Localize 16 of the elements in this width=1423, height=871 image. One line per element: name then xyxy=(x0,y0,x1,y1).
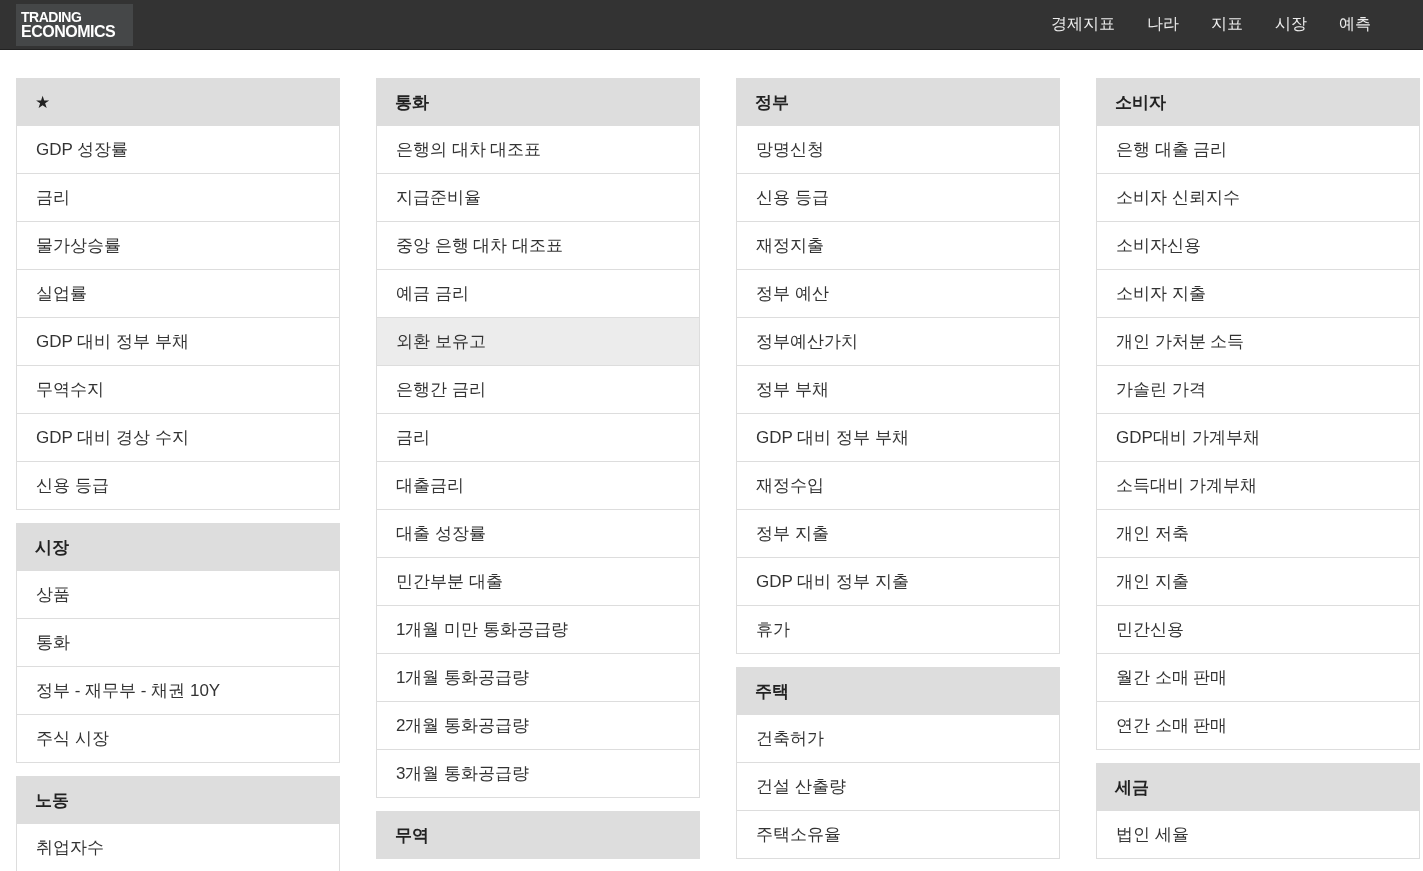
panel-heading: 통화 xyxy=(377,79,699,125)
panel-heading: 소비자 xyxy=(1097,79,1419,125)
panel-heading: ★ xyxy=(17,79,339,125)
logo[interactable]: TRADING ECONOMICS xyxy=(16,3,133,46)
nav-link[interactable]: 예측 xyxy=(1323,14,1387,35)
panel-heading: 무역 xyxy=(377,812,699,858)
nav-link[interactable]: 시장 xyxy=(1259,14,1323,35)
list-item-link[interactable]: 외환 보유고 xyxy=(377,317,699,365)
panel-heading: 노동 xyxy=(17,777,339,823)
panel-heading: 세금 xyxy=(1097,764,1419,810)
nav-link[interactable]: 경제지표 xyxy=(1035,14,1131,35)
nav-link[interactable]: 지표 xyxy=(1195,14,1259,35)
nav-link[interactable]: 나라 xyxy=(1131,14,1195,35)
panel-heading: 정부 xyxy=(737,79,1059,125)
panel-heading: 주택 xyxy=(737,668,1059,714)
panel-heading: 시장 xyxy=(17,524,339,570)
